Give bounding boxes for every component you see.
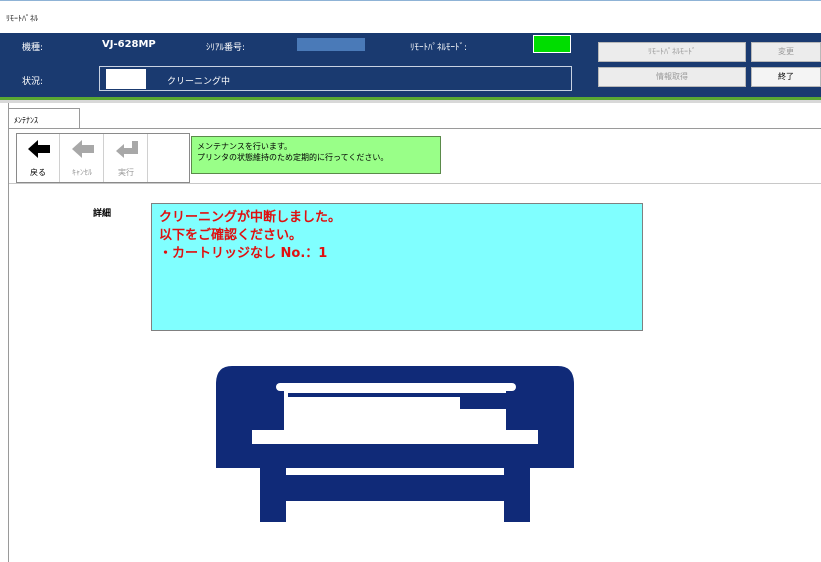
remote-panel-mode-button[interactable]: ﾘﾓｰﾄﾊﾟﾈﾙﾓｰﾄﾞ xyxy=(598,42,746,62)
arrow-left-icon xyxy=(28,140,50,158)
execute-button-label: 実行 xyxy=(118,168,134,177)
detail-line: ・カートリッジなし No.：1 xyxy=(159,246,328,261)
return-arrow-icon xyxy=(116,141,138,158)
tab-maintenance[interactable]: ﾒﾝﾃﾅﾝｽ xyxy=(8,108,80,128)
detail-message-box: クリーニングが中断しました。 以下をご確認ください。 ・カートリッジなし No.… xyxy=(151,203,643,331)
cancel-button[interactable]: ｷｬﾝｾﾙ xyxy=(61,134,104,182)
arrow-left-disabled-icon xyxy=(72,140,94,158)
get-info-button[interactable]: 情報取得 xyxy=(598,67,746,87)
status-text: クリーニング中 xyxy=(167,77,231,87)
exit-button[interactable]: 終了 xyxy=(751,67,821,87)
back-button[interactable]: 戻る xyxy=(17,134,60,182)
printer-icon xyxy=(216,366,574,522)
detail-line: クリーニングが中断しました。 xyxy=(159,210,342,225)
model-label: 機種: xyxy=(22,43,44,53)
detail-label: 詳細 xyxy=(93,209,112,219)
status-label: 状況: xyxy=(22,77,44,87)
serial-value-masked xyxy=(297,38,365,51)
cancel-button-label: ｷｬﾝｾﾙ xyxy=(72,168,92,177)
back-button-label: 戻る xyxy=(30,168,46,177)
window-title: ﾘﾓｰﾄﾊﾟﾈﾙ xyxy=(6,14,38,23)
info-line: メンテナンスを行います。 xyxy=(197,142,293,151)
serial-label: ｼﾘｱﾙ番号: xyxy=(206,43,246,53)
change-button[interactable]: 変更 xyxy=(751,42,821,62)
window-titlebar: ﾘﾓｰﾄﾊﾟﾈﾙ xyxy=(0,0,821,33)
remote-mode-label: ﾘﾓｰﾄﾊﾟﾈﾙﾓｰﾄﾞ: xyxy=(410,43,468,53)
model-value: VJ-628MP xyxy=(102,39,156,50)
status-color-swatch xyxy=(106,69,146,89)
maintenance-info-box: メンテナンスを行います。 プリンタの状態維持のため定期的に行ってください。 xyxy=(191,136,441,174)
remote-mode-indicator xyxy=(533,35,571,53)
detail-line: 以下をご確認ください。 xyxy=(159,228,303,243)
info-line: プリンタの状態維持のため定期的に行ってください。 xyxy=(197,153,389,162)
execute-button[interactable]: 実行 xyxy=(105,134,148,182)
